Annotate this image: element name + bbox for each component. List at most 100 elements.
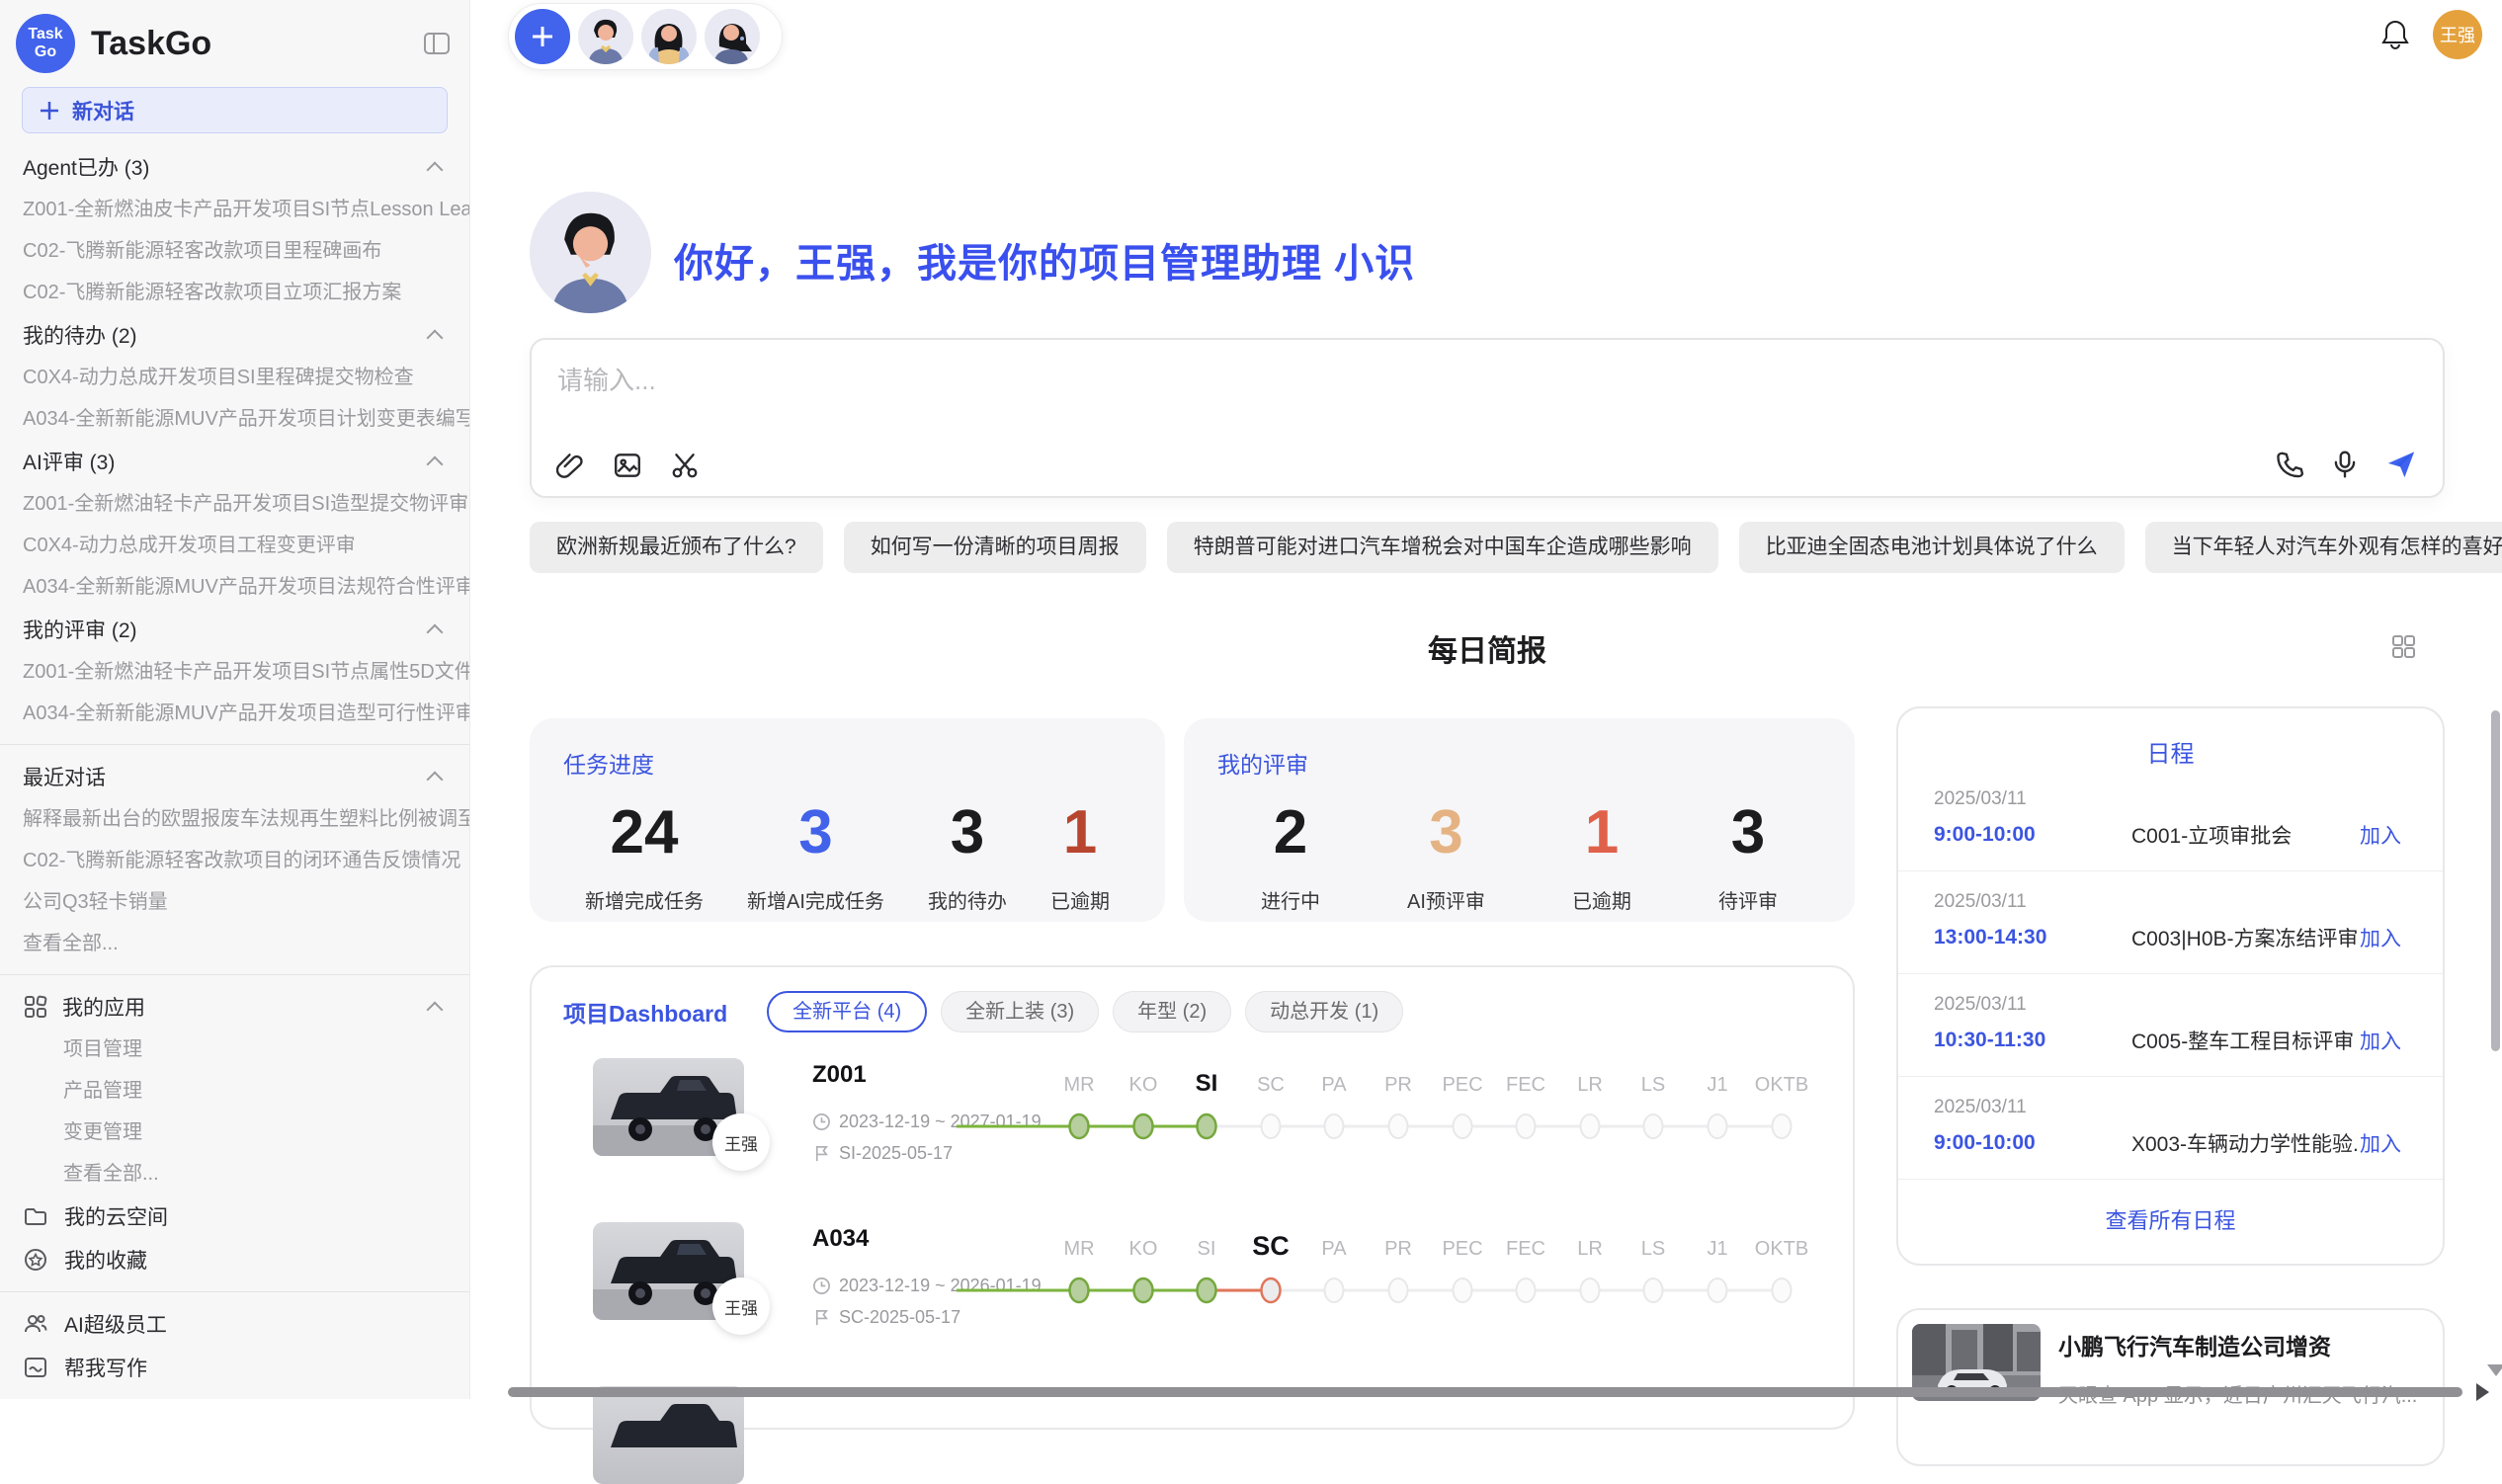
sidebar-collapse-icon[interactable] [422,29,452,58]
tab-year-model[interactable]: 年型 (2) [1113,991,1231,1032]
agent-avatar-1[interactable] [578,9,633,64]
sidebar-item[interactable]: C02-飞腾新能源轻客改款项目立项汇报方案 [0,272,469,313]
tab-new-body[interactable]: 全新上装 (3) [941,991,1099,1032]
suggestion-chip[interactable]: 比亚迪全固态电池计划具体说了什么 [1739,522,2125,573]
sidebar-item[interactable]: A034-全新新能源MUV产品开发项目法规符合性评审 [0,566,469,608]
clock-icon [812,1113,831,1131]
send-icon[interactable] [2385,449,2417,480]
sidebar-item-favorites[interactable]: 我的收藏 [0,1238,469,1281]
view-all-apps[interactable]: 查看全部... [0,1153,469,1195]
section-ai-review[interactable]: AI评审 (3) [0,440,469,483]
notification-bell-icon[interactable] [2379,18,2411,51]
divider [0,974,469,975]
app-item-product[interactable]: 产品管理 [0,1070,469,1112]
daily-briefing-title: 每日简报 [530,626,2445,670]
suggestion-chip[interactable]: 当下年轻人对汽车外观有怎样的喜好趋势 [2145,522,2502,573]
new-conversation-button[interactable]: 新对话 [22,87,448,133]
logo-text-top: Task [28,26,62,43]
join-button[interactable]: 加入 [2360,1128,2401,1158]
user-avatar[interactable]: 王强 [2433,10,2482,59]
folder-icon [23,1203,48,1229]
agent-avatar-3[interactable] [705,9,760,64]
scissors-icon[interactable] [670,451,700,480]
join-button[interactable]: 加入 [2360,923,2401,952]
attachment-icon[interactable] [555,451,585,480]
chevron-up-icon [427,162,444,179]
schedule-entry: 2025/03/11 9:00-10:00 C001-立项审批会 加入 [1898,769,2443,871]
svg-text:PR: PR [1384,1238,1412,1260]
stat-pending-review: 3 待评审 [1718,797,1778,914]
schedule-time: 9:00-10:00 [1934,1131,2131,1155]
svg-text:PR: PR [1384,1074,1412,1096]
schedule-event-title: X003-车辆动力学性能验... [2131,1128,2360,1158]
svg-text:SC: SC [1257,1074,1285,1096]
section-my-todo[interactable]: 我的待办 (2) [0,313,469,357]
recent-chat-item[interactable]: 公司Q3轻卡销量 [0,881,469,923]
view-all-schedule-link[interactable]: 查看所有日程 [1898,1203,2443,1235]
schedule-entry: 2025/03/11 10:30-11:30 C005-整车工程目标评审 加入 [1898,974,2443,1077]
add-agent-button[interactable] [515,9,570,64]
suggestion-chip[interactable]: 欧洲新规最近颁布了什么? [530,522,823,573]
recent-chat-item[interactable]: C02-飞腾新能源轻客改款项目的闭环通告反馈情况 [0,840,469,881]
horizontal-scrollbar-thumb[interactable] [508,1387,2462,1397]
sidebar-header: Task Go TaskGo [0,0,469,73]
vertical-scrollbar-thumb[interactable] [2491,710,2500,1051]
sidebar-item-help-write[interactable]: 帮我写作 [0,1346,469,1389]
my-review-card: 我的评审 2 进行中 3 AI预评审 1 已逾期 3 待评审 [1184,718,1855,922]
join-button[interactable]: 加入 [2360,1026,2401,1055]
project-image-partial [593,1386,744,1484]
scroll-right-arrow[interactable] [2476,1383,2489,1401]
section-agent-done[interactable]: Agent已办 (3) [0,145,469,189]
section-my-review[interactable]: 我的评审 (2) [0,608,469,651]
message-composer [530,338,2445,498]
stat-overdue: 1 已逾期 [1050,797,1110,914]
tab-powertrain[interactable]: 动总开发 (1) [1245,991,1403,1032]
suggestion-chip[interactable]: 特朗普可能对进口汽车增税会对中国车企造成哪些影响 [1167,522,1718,573]
section-my-apps[interactable]: 我的应用 [0,985,469,1029]
section-recent-chats[interactable]: 最近对话 [0,755,469,798]
sidebar-item[interactable]: C0X4-动力总成开发项目SI里程碑提交物检查 [0,357,469,398]
sidebar-item[interactable]: C0X4-动力总成开发项目工程变更评审 [0,525,469,566]
sidebar-item[interactable]: Z001-全新燃油皮卡产品开发项目SI节点Lesson Learn报告 [0,189,469,230]
recent-chat-item[interactable]: 解释最新出台的欧盟报废车法规再生塑料比例被调至15%... [0,798,469,840]
view-all-chats[interactable]: 查看全部... [0,923,469,964]
milestone-timeline: MR KO SI SC PA PR PEC FEC LR LS J1 OKTB [891,1061,1850,1150]
schedule-event-title: C005-整车工程目标评审 [2131,1026,2360,1055]
svg-text:SI: SI [1198,1238,1216,1260]
sidebar-item[interactable]: Z001-全新燃油轻卡产品开发项目SI节点属性5D文件评审 [0,651,469,693]
sidebar-item-creative-draw[interactable]: 创意制图 [0,1389,469,1399]
message-input[interactable] [555,358,1745,403]
microphone-icon[interactable] [2330,450,2360,479]
divider [0,744,469,745]
sidebar: Task Go TaskGo 新对话 Agent已办 (3) Z001-全新燃油… [0,0,470,1399]
sidebar-item[interactable]: A034-全新新能源MUV产品开发项目造型可行性评审 [0,693,469,734]
agent-avatar-2[interactable] [641,9,697,64]
schedule-entry: 2025/03/11 13:00-14:30 C003|H0B-方案冻结评审 加… [1898,871,2443,974]
stat-new-completed: 24 新增完成任务 [585,797,704,914]
svg-text:LS: LS [1641,1074,1665,1096]
app-item-project[interactable]: 项目管理 [0,1029,469,1070]
scroll-down-arrow[interactable] [2487,1364,2502,1376]
join-button[interactable]: 加入 [2360,820,2401,850]
image-icon[interactable] [613,451,642,480]
app-item-change[interactable]: 变更管理 [0,1112,469,1153]
composer-left-icons [555,451,700,480]
schedule-card: 日程 2025/03/11 9:00-10:00 C001-立项审批会 加入 2… [1896,706,2445,1266]
sidebar-item[interactable]: Z001-全新燃油轻卡产品开发项目SI造型提交物评审 [0,483,469,525]
svg-text:PA: PA [1321,1238,1347,1260]
svg-text:KO: KO [1129,1238,1158,1260]
sidebar-item-cloud-space[interactable]: 我的云空间 [0,1195,469,1238]
tab-new-platform[interactable]: 全新平台 (4) [767,991,927,1032]
svg-text:OKTB: OKTB [1755,1074,1808,1096]
suggestion-chip[interactable]: 如何写一份清晰的项目周报 [844,522,1146,573]
sidebar-item[interactable]: C02-飞腾新能源轻客改款项目里程碑画布 [0,230,469,272]
sidebar-item[interactable]: A034-全新新能源MUV产品开发项目计划变更表编写 [0,398,469,440]
flag-icon [812,1308,831,1327]
chevron-up-icon [427,456,444,473]
svg-text:J1: J1 [1707,1238,1727,1260]
layout-grid-icon[interactable] [2390,633,2417,660]
phone-call-icon[interactable] [2275,450,2304,479]
sidebar-item-ai-employee[interactable]: AI超级员工 [0,1302,469,1346]
svg-text:J1: J1 [1707,1074,1727,1096]
apps-grid-icon [23,994,48,1020]
